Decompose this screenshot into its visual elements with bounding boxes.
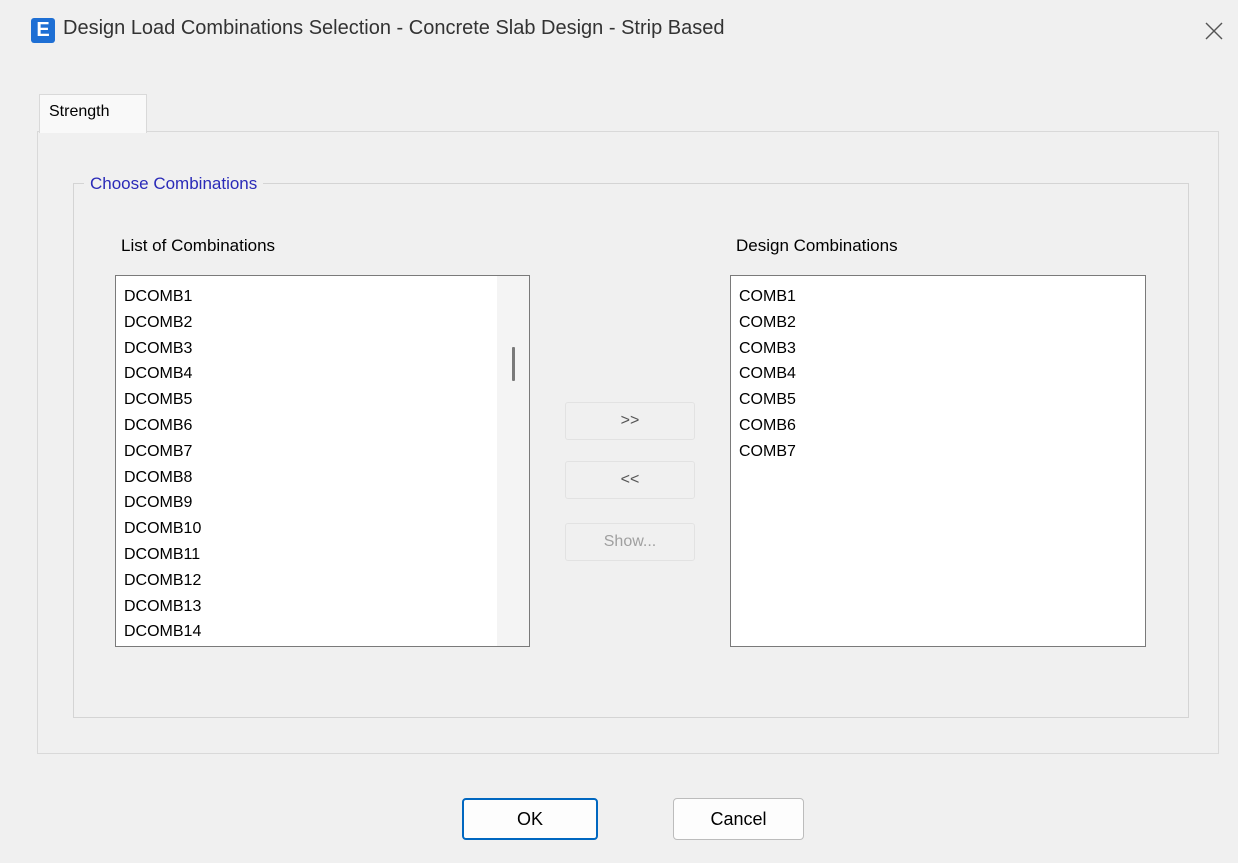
combination-list-item[interactable]: DCOMB11 <box>124 542 201 568</box>
scrollbar-thumb[interactable] <box>512 347 515 381</box>
dialog-window: E Design Load Combinations Selection - C… <box>0 0 1238 863</box>
left-list-scrollbar[interactable] <box>497 276 529 646</box>
etabs-app-icon: E <box>31 18 55 43</box>
combination-list-item[interactable]: DCOMB10 <box>124 516 201 542</box>
add-combination-button[interactable]: >> <box>565 402 695 440</box>
list-of-combinations-label: List of Combinations <box>121 236 276 255</box>
group-title: Choose Combinations <box>84 174 264 194</box>
show-button[interactable]: Show... <box>565 523 695 561</box>
design-combination-item[interactable]: COMB3 <box>739 336 796 362</box>
combination-list-item[interactable]: DCOMB1 <box>124 284 201 310</box>
combination-list-item[interactable]: DCOMB9 <box>124 490 201 516</box>
title-bar: E Design Load Combinations Selection - C… <box>0 0 1238 62</box>
cancel-button[interactable]: Cancel <box>673 798 804 840</box>
combination-list-item[interactable]: DCOMB4 <box>124 361 201 387</box>
design-combination-item[interactable]: COMB7 <box>739 439 796 465</box>
design-combinations-listbox[interactable]: COMB1 COMB2 COMB3 COMB4 COMB5 COMB6 COMB7 <box>730 275 1146 647</box>
tab-strength-label: Strength <box>49 103 110 120</box>
left-list-items: DCOMB1 DCOMB2 DCOMB3 DCOMB4 DCOMB5 DCOMB6 DCOM… <box>124 284 201 645</box>
combination-list-item[interactable]: DCOMB6 <box>124 413 201 439</box>
design-combinations-label: Design Combinations <box>736 236 898 255</box>
ok-button[interactable]: OK <box>462 798 598 840</box>
remove-combination-button[interactable]: << <box>565 461 695 499</box>
design-combination-item[interactable]: COMB1 <box>739 284 796 310</box>
design-combination-item[interactable]: COMB2 <box>739 310 796 336</box>
combination-list-item[interactable]: DCOMB8 <box>124 465 201 491</box>
app-icon-letter: E <box>36 19 50 41</box>
design-combination-item[interactable]: COMB6 <box>739 413 796 439</box>
right-list-items: COMB1 COMB2 COMB3 COMB4 COMB5 COMB6 COMB7 <box>739 284 796 465</box>
combination-list-item[interactable]: DCOMB3 <box>124 336 201 362</box>
combination-list-item[interactable]: DCOMB5 <box>124 387 201 413</box>
combination-list-item[interactable]: DCOMB7 <box>124 439 201 465</box>
design-combination-item[interactable]: COMB4 <box>739 361 796 387</box>
combination-list-item[interactable]: DCOMB2 <box>124 310 201 336</box>
close-icon <box>1205 22 1223 40</box>
list-of-combinations-listbox[interactable]: DCOMB1 DCOMB2 DCOMB3 DCOMB4 DCOMB5 DCOMB6 DCOM… <box>115 275 530 647</box>
close-button[interactable] <box>1198 14 1230 46</box>
design-combination-item[interactable]: COMB5 <box>739 387 796 413</box>
tab-strength[interactable]: Strength <box>39 94 147 133</box>
window-title: Design Load Combinations Selection - Con… <box>63 17 725 39</box>
combination-list-item[interactable]: DCOMB12 <box>124 568 201 594</box>
combination-list-item[interactable]: DCOMB13 <box>124 594 201 620</box>
combination-list-item[interactable]: DCOMB14 <box>124 619 201 645</box>
